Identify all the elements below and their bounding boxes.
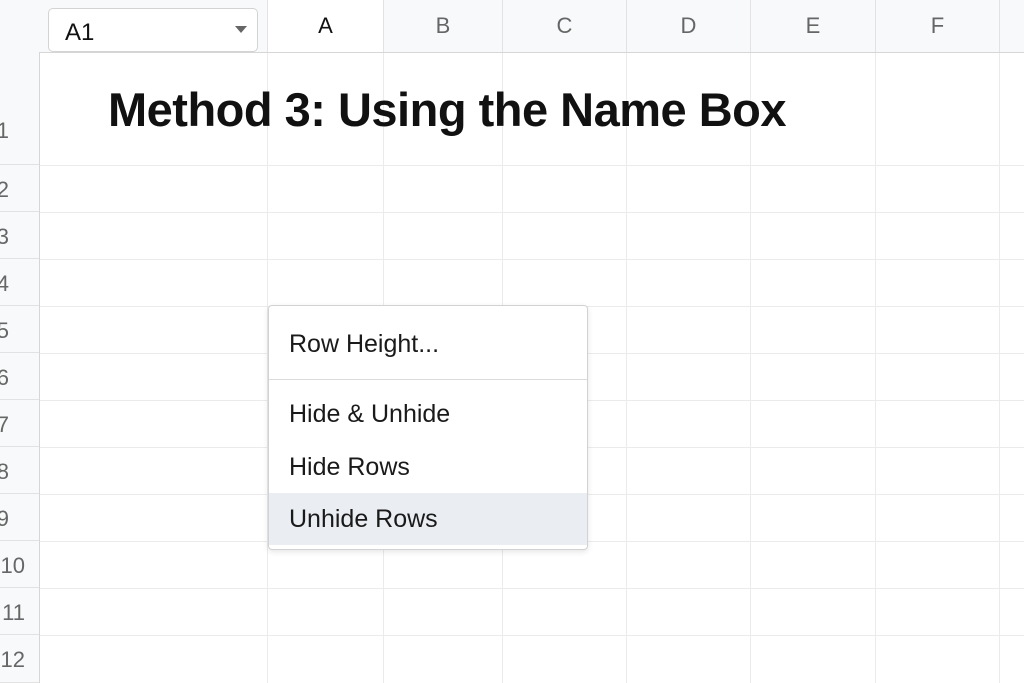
row-header-1[interactable]: 1 (0, 52, 39, 165)
menu-item-unhide-rows[interactable]: Unhide Rows (269, 493, 587, 545)
row-header-11[interactable]: 11 (0, 588, 39, 635)
grid-line (875, 0, 876, 683)
row-header-7[interactable]: 7 (0, 400, 39, 447)
grid-line (0, 588, 1024, 589)
row-header-label: 1 (0, 118, 9, 144)
menu-item-hide-unhide[interactable]: Hide & Unhide (269, 388, 587, 440)
column-header-a[interactable]: A (268, 0, 384, 52)
row-header-label: 6 (0, 365, 9, 391)
row-header-9[interactable]: 9 (0, 494, 39, 541)
row-header-label: 10 (0, 553, 25, 578)
row-header-label: 12 (0, 647, 25, 672)
row-header-2[interactable]: 2 (0, 165, 39, 212)
column-header-d[interactable]: D (627, 0, 751, 52)
column-header-b[interactable]: B (384, 0, 503, 52)
row-header-label: 4 (0, 271, 9, 297)
row-header-label: 2 (0, 177, 9, 203)
grid-line (0, 259, 1024, 260)
menu-separator (269, 379, 587, 380)
name-box-value: A1 (65, 19, 95, 46)
grid-line (0, 165, 1024, 166)
grid-line (0, 635, 1024, 636)
grid-line (999, 0, 1000, 683)
column-header-c[interactable]: C (503, 0, 627, 52)
name-box[interactable]: A1 (48, 8, 258, 52)
row-header-label: 8 (0, 459, 9, 485)
row-header-12[interactable]: 12 (0, 635, 39, 683)
menu-item-row-height[interactable]: Row Height... (269, 318, 587, 370)
row-header-label: 3 (0, 224, 9, 250)
row-header-label: 9 (0, 506, 9, 532)
row-header-6[interactable]: 6 (0, 353, 39, 400)
row-header-label: 11 (2, 600, 25, 625)
row-header-bar: 1 2 3 4 5 6 7 8 9 10 11 12 (0, 52, 40, 683)
column-header-e[interactable]: E (751, 0, 876, 52)
context-menu: Row Height... Hide & Unhide Hide Rows Un… (268, 305, 588, 550)
page-title: Method 3: Using the Name Box (108, 83, 787, 136)
grid-line (0, 212, 1024, 213)
row-header-10[interactable]: 10 (0, 541, 39, 588)
row-header-8[interactable]: 8 (0, 447, 39, 494)
row-header-5[interactable]: 5 (0, 306, 39, 353)
menu-item-hide-rows[interactable]: Hide Rows (269, 441, 587, 493)
row-header-label: 5 (0, 318, 9, 344)
row-header-4[interactable]: 4 (0, 259, 39, 306)
row-header-label: 7 (0, 412, 9, 438)
row-header-3[interactable]: 3 (0, 212, 39, 259)
chevron-down-icon[interactable] (235, 26, 247, 33)
column-header-f[interactable]: F (876, 0, 1000, 52)
spreadsheet-grid[interactable]: A B C D E F 1 2 3 4 5 6 7 8 9 10 11 12 A… (0, 0, 1024, 683)
